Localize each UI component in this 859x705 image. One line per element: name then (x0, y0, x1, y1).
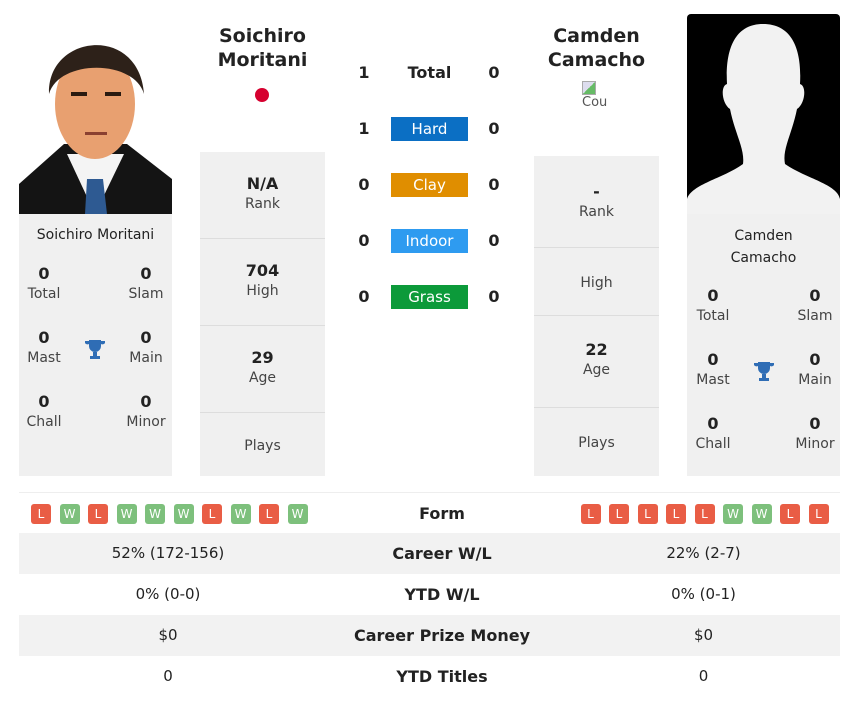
label: High (580, 275, 613, 291)
form-result-badge: L (694, 504, 715, 524)
form-result-badge: W (173, 504, 194, 524)
japan-flag-icon (255, 88, 269, 102)
label: Minor (126, 414, 166, 430)
form-result-badge: L (202, 504, 222, 524)
player2-minor: 0 (809, 414, 821, 433)
h2h-grass: 0 Grass 0 (345, 285, 565, 309)
form-result-badge: W (145, 504, 165, 524)
player2-age: 22 (585, 340, 608, 359)
label: Main (129, 350, 163, 366)
player2-total: 0 (707, 286, 719, 305)
player1-age: 29 (251, 348, 274, 367)
player1-photo (19, 14, 172, 214)
label: Minor (795, 436, 835, 452)
player1-high: 704 (245, 261, 280, 280)
player2-main: 0 (809, 350, 821, 369)
form-result-badge: L (259, 504, 279, 524)
label: Plays (578, 435, 615, 451)
label: Rank (245, 196, 280, 212)
trophy-icon (754, 362, 774, 381)
label: Main (798, 372, 832, 388)
label: Chall (695, 436, 731, 452)
player1-stats-card: Soichiro Moritani 0 Total 0 Slam 0 Mast 0 Ma… (19, 214, 172, 476)
player2-mast: 0 (707, 350, 719, 369)
form-result-badge: L (780, 504, 800, 524)
label: Mast (27, 350, 61, 366)
player1-title: Soichiro Moritani (217, 25, 308, 71)
label: Chall (26, 414, 62, 430)
form-result-badge: W (116, 504, 137, 524)
form-row: LWLWWWLWLW Form LLLLLWWLL (19, 492, 840, 533)
player1-main: 0 (140, 328, 152, 347)
player2-rank: - (593, 182, 600, 201)
player2-name: Camden Camacho (730, 228, 797, 266)
ytd-wl-row: 0% (0-0) YTD W/L 0% (0-1) (135, 585, 736, 604)
player1-rank-card: N/A Rank 704 High 29 Age Plays (200, 152, 325, 476)
player1-mast: 0 (38, 328, 50, 347)
form-result-badge: L (808, 504, 829, 524)
ytd-titles-row: 0 YTD Titles 0 (163, 667, 709, 686)
player1-slam: 0 (140, 264, 152, 283)
form-label: Form (419, 504, 465, 523)
player1-total: 0 (38, 264, 50, 283)
label: Mast (696, 372, 730, 388)
form-result-badge: W (723, 504, 743, 524)
trophy-icon (85, 340, 105, 359)
career-prize-row: $0 Career Prize Money $0 (19, 615, 840, 656)
player1-minor: 0 (140, 392, 152, 411)
form-result-badge: L (666, 504, 686, 524)
form-result-badge: L (609, 504, 629, 524)
player2-form: LLLLLWWLL (567, 493, 840, 534)
player1-chall: 0 (38, 392, 50, 411)
label: High (246, 283, 279, 299)
form-result-badge: L (637, 504, 658, 524)
career-wl-row: 52% (172-156) Career W/L 22% (2-7) (19, 533, 840, 574)
h2h-indoor: 0 Indoor 0 (345, 229, 565, 253)
label: Age (248, 370, 277, 386)
player1-form: LWLWWWLWLW (19, 493, 317, 534)
player2-chall: 0 (707, 414, 719, 433)
form-result-badge: W (230, 504, 251, 524)
h2h-hard: 1 Hard 0 (345, 117, 565, 141)
player2-rank-card: - Rank High 22 Age Plays (534, 156, 659, 476)
form-result-badge: W (751, 504, 772, 524)
label: Age (582, 362, 611, 378)
label: Rank (579, 204, 614, 220)
label: Slam (128, 286, 164, 302)
player1-rank: N/A (246, 174, 279, 193)
form-result-badge: W (287, 504, 308, 524)
country-flag-broken-image-icon: Cou (582, 81, 612, 109)
form-result-badge: L (31, 504, 51, 524)
label: Plays (244, 438, 281, 454)
label: Slam (797, 308, 833, 324)
label: Total (696, 308, 730, 324)
h2h-total: 1 Total 0 (358, 63, 500, 82)
form-result-badge: L (88, 504, 108, 524)
form-result-badge: W (59, 504, 80, 524)
player2-stats-card: Camden Camacho 0 Total 0 Slam 0 Mast 0 Main … (687, 214, 840, 476)
player1-name: Soichiro Moritani (36, 227, 155, 243)
player2-title: Camden Camacho (547, 25, 646, 71)
form-result-badge: L (580, 504, 601, 524)
label: Total (27, 286, 61, 302)
player2-slam: 0 (809, 286, 821, 305)
player2-photo-placeholder (687, 14, 840, 214)
h2h-clay: 0 Clay 0 (345, 173, 565, 197)
